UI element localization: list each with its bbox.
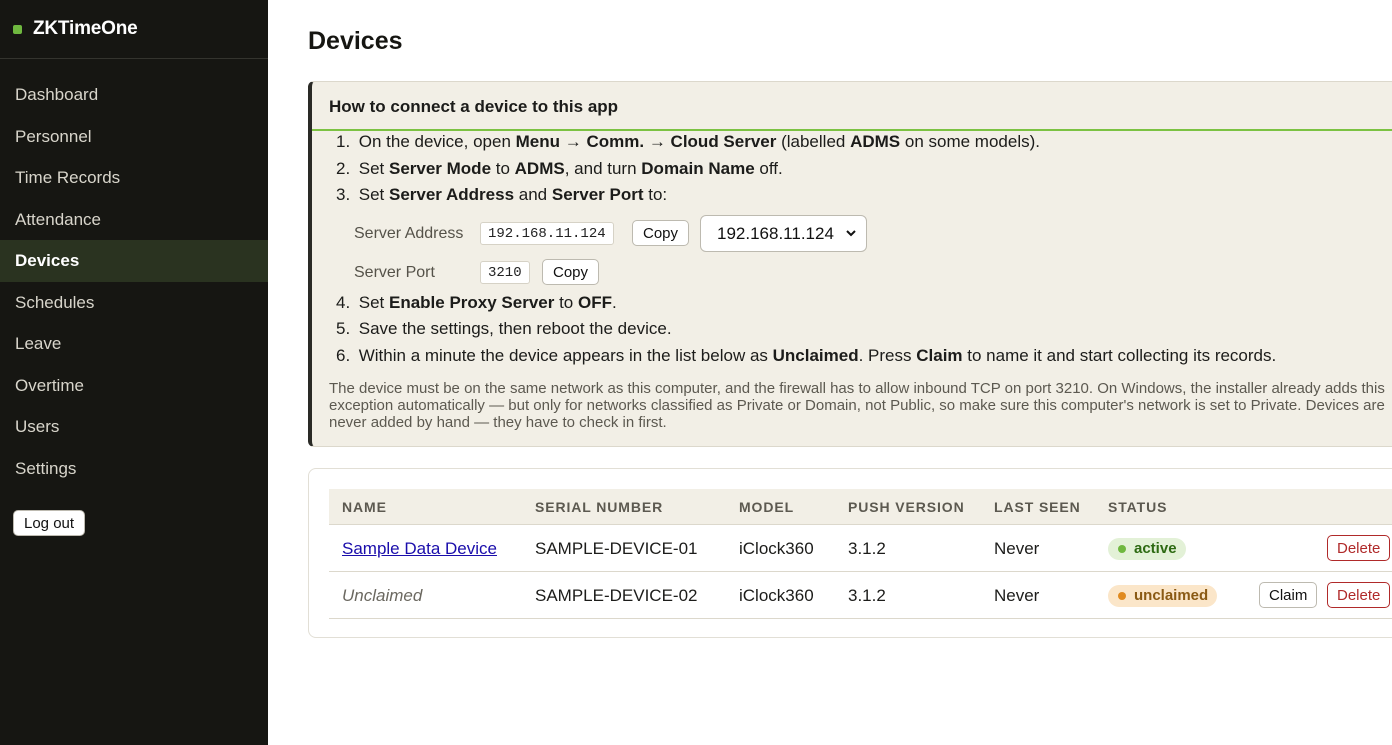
column-header-status: STATUS	[1108, 499, 1168, 515]
table-row: Unclaimed SAMPLE-DEVICE-02 iClock360 3.1…	[329, 572, 1392, 619]
sidebar-item-schedules[interactable]: Schedules	[0, 282, 268, 324]
model: iClock360	[739, 586, 814, 605]
devices-table: NAME SERIAL NUMBER MODEL PUSH VERSION LA…	[308, 468, 1392, 638]
sidebar-nav: Dashboard Personnel Time Records Attenda…	[0, 74, 268, 489]
model: iClock360	[739, 539, 814, 558]
column-header-last-seen: LAST SEEN	[994, 499, 1081, 515]
main-content: Devices How to connect a device to this …	[268, 0, 1392, 745]
device-name: Unclaimed	[342, 586, 423, 605]
server-port-label: Server Port	[354, 264, 435, 281]
sidebar-item-time-records[interactable]: Time Records	[0, 157, 268, 199]
step-5: 5. Save the settings, then reboot the de…	[336, 319, 672, 338]
push-version: 3.1.2	[848, 586, 886, 605]
serial-number: SAMPLE-DEVICE-01	[535, 539, 698, 558]
page-title: Devices	[308, 27, 403, 55]
instructions-title: How to connect a device to this app	[312, 82, 1392, 131]
status-dot-icon	[1118, 545, 1126, 553]
sidebar: ZKTimeOne Dashboard Personnel Time Recor…	[0, 0, 268, 745]
step-3: 3. Set Server Address and Server Port to…	[336, 185, 668, 204]
copy-address-button[interactable]: Copy	[632, 220, 690, 246]
delete-button[interactable]: Delete	[1327, 535, 1391, 561]
sidebar-item-devices[interactable]: Devices	[0, 240, 268, 282]
server-address-label: Server Address	[354, 225, 464, 242]
step-1: 1. On the device, open Menu → Comm. → Cl…	[336, 132, 1040, 151]
address-select-value: 192.168.11.124	[717, 223, 834, 243]
sidebar-item-leave[interactable]: Leave	[0, 323, 268, 365]
connect-instructions-panel: How to connect a device to this app 1. O…	[308, 81, 1392, 447]
server-address-value: 192.168.11.124	[480, 222, 614, 245]
serial-number: SAMPLE-DEVICE-02	[535, 586, 698, 605]
status-dot-icon	[1118, 592, 1126, 600]
copy-port-button[interactable]: Copy	[542, 259, 600, 285]
step-4: 4. Set Enable Proxy Server to OFF.	[336, 293, 617, 312]
column-header-name: NAME	[342, 499, 387, 515]
last-seen: Never	[994, 586, 1040, 605]
column-header-model: MODEL	[739, 499, 795, 515]
sidebar-item-dashboard[interactable]: Dashboard	[0, 74, 268, 116]
chevron-down-icon	[846, 230, 856, 237]
step-6: 6. Within a minute the device appears in…	[336, 346, 1277, 365]
column-header-push-version: PUSH VERSION	[848, 499, 965, 515]
address-select[interactable]: 192.168.11.124	[700, 215, 867, 252]
step-2: 2. Set Server Mode to ADMS, and turn Dom…	[336, 159, 783, 178]
sidebar-item-attendance[interactable]: Attendance	[0, 199, 268, 241]
table-header: NAME SERIAL NUMBER MODEL PUSH VERSION LA…	[329, 489, 1392, 525]
logout-button[interactable]: Log out	[13, 510, 86, 536]
sidebar-item-overtime[interactable]: Overtime	[0, 365, 268, 407]
sidebar-item-personnel[interactable]: Personnel	[0, 116, 268, 158]
app-name: ZKTimeOne	[33, 18, 138, 39]
status-badge: active	[1108, 538, 1186, 560]
push-version: 3.1.2	[848, 539, 886, 558]
server-port-value: 3210	[480, 261, 530, 284]
network-note: The device must be on the same network a…	[329, 380, 1385, 431]
sidebar-item-users[interactable]: Users	[0, 406, 268, 448]
device-name-link[interactable]: Sample Data Device	[342, 539, 497, 559]
claim-button[interactable]: Claim	[1259, 582, 1318, 608]
column-header-serial: SERIAL NUMBER	[535, 499, 664, 515]
brand: ZKTimeOne	[0, 0, 268, 59]
last-seen: Never	[994, 539, 1040, 558]
sidebar-item-settings[interactable]: Settings	[0, 448, 268, 490]
status-dot-icon	[13, 24, 22, 34]
status-badge: unclaimed	[1108, 585, 1218, 607]
delete-button[interactable]: Delete	[1327, 582, 1391, 608]
table-row: Sample Data Device SAMPLE-DEVICE-01 iClo…	[329, 525, 1392, 572]
